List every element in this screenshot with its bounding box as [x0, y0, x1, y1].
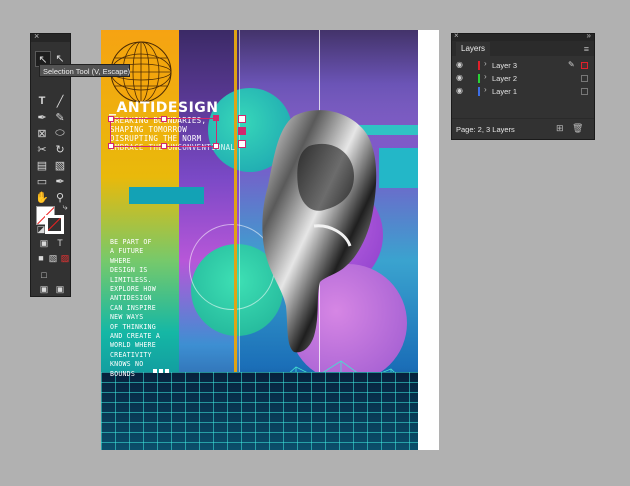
artwork[interactable]: _ANTIDESIGN BREAKING BOUNDARIES, SHAPING…	[101, 30, 418, 450]
layer-color-indicator	[478, 87, 480, 96]
body-line: DESIGN IS	[110, 266, 148, 275]
visibility-eye-icon[interactable]: ◉	[456, 73, 463, 82]
body-line: OF THINKING	[110, 322, 156, 331]
view-mode-icon[interactable]: ▣	[37, 282, 51, 296]
selection-center-marker[interactable]	[213, 115, 219, 121]
layer-selection-square[interactable]	[581, 88, 588, 95]
formatting-text-icon[interactable]: T	[53, 236, 67, 250]
tooltip: Selection Tool (V, Escape)	[39, 64, 130, 77]
expand-chevron-icon[interactable]: ›	[484, 59, 487, 68]
tab-layers[interactable]: Layers	[456, 42, 491, 56]
page-layer-status: Page: 2, 3 Layers	[456, 125, 515, 134]
layer-color-indicator	[478, 74, 480, 83]
text-frame-in-port[interactable]	[238, 115, 246, 123]
line-tool-icon[interactable]: ╱	[53, 94, 67, 108]
close-icon[interactable]: ×	[454, 31, 459, 40]
apply-none-icon[interactable]: ▨	[58, 251, 72, 265]
layer-name[interactable]: Layer 2	[492, 74, 517, 83]
decorative-dots	[153, 360, 171, 378]
hand-tool-icon[interactable]: ✋	[35, 190, 49, 204]
layer-name[interactable]: Layer 1	[492, 87, 517, 96]
expand-chevron-icon[interactable]: ›	[484, 72, 487, 81]
gradient-feather-tool-icon[interactable]: ▧	[53, 158, 67, 172]
rotate-tool-icon[interactable]: ↻	[53, 142, 67, 156]
trash-icon[interactable]: 🗑	[572, 123, 583, 134]
close-icon[interactable]: ×	[34, 31, 39, 41]
layer-row[interactable]: ◉ › Layer 3 ✎	[452, 59, 594, 72]
default-fill-stroke-icon[interactable]: ◪	[34, 222, 48, 236]
layer-color-indicator	[478, 61, 480, 70]
eyedropper-tool-icon[interactable]: ✒	[53, 174, 67, 188]
layer-row[interactable]: ◉ › Layer 1	[452, 85, 594, 98]
selection-handle[interactable]	[213, 143, 219, 149]
visibility-eye-icon[interactable]: ◉	[456, 86, 463, 95]
layers-panel-footer: Page: 2, 3 Layers ⊞ 🗑	[452, 118, 594, 139]
rectangle-frame-tool-icon[interactable]: ⊠	[35, 126, 49, 140]
visibility-eye-icon[interactable]: ◉	[456, 60, 463, 69]
pen-tool-icon[interactable]: ✒	[35, 110, 49, 124]
pencil-tool-icon[interactable]: ✎	[53, 110, 67, 124]
layer-selection-square[interactable]	[581, 75, 588, 82]
artwork-body-text[interactable]: BE PART OF A FUTURE WHERE DESIGN IS LIMI…	[110, 238, 180, 379]
new-layer-icon[interactable]: ⊞	[556, 123, 564, 134]
tools-panel-titlebar[interactable]: ×	[31, 31, 70, 42]
scissors-tool-icon[interactable]: ✂	[35, 142, 49, 156]
note-tool-icon[interactable]: ▭	[35, 174, 49, 188]
body-line: AND CREATE A	[110, 332, 161, 341]
swap-fill-stroke-icon[interactable]: ⤷	[58, 200, 72, 214]
body-line: BE PART OF	[110, 238, 152, 246]
selection-handle[interactable]	[161, 143, 167, 149]
preview-mode-icon[interactable]: ▣	[53, 282, 67, 296]
body-line: WORLD WHERE	[110, 341, 156, 350]
layers-panel: × » Layers ≡ ◉ › Layer 3 ✎ ◉ › Layer 2 ◉…	[451, 31, 595, 140]
chrome-head-image	[262, 110, 377, 353]
collapse-icon[interactable]: »	[587, 31, 591, 40]
selection-handle[interactable]	[161, 116, 167, 122]
body-line: CREATIVITY	[110, 350, 152, 359]
formatting-container-icon[interactable]: ▣	[37, 236, 51, 250]
perspective-grid	[101, 372, 418, 450]
pen-icon: ✎	[568, 60, 575, 69]
panel-menu-icon[interactable]: ≡	[584, 44, 589, 54]
layers-tab-row: Layers ≡	[452, 41, 594, 56]
artwork-title[interactable]: _ANTIDESIGN	[109, 100, 219, 116]
body-line: NEW WAYS	[110, 313, 144, 322]
layer-name[interactable]: Layer 3	[492, 61, 517, 70]
layer-row[interactable]: ◉ › Layer 2	[452, 72, 594, 85]
body-line: EXPLORE HOW	[110, 285, 156, 294]
direct-selection-tool-icon[interactable]: ↖	[53, 51, 67, 65]
body-line: CAN INSPIRE	[110, 303, 156, 312]
gradient-swatch-tool-icon[interactable]: ▤	[35, 158, 49, 172]
teal-bar	[129, 187, 204, 204]
selection-handle[interactable]	[108, 116, 114, 122]
body-line: A FUTURE	[110, 247, 144, 256]
body-line: ANTIDESIGN	[110, 294, 152, 303]
layers-panel-titlebar[interactable]: × »	[452, 31, 594, 41]
teal-block-right	[379, 148, 418, 188]
ellipse-tool-icon[interactable]: ⬭	[53, 126, 67, 140]
text-frame-port[interactable]	[238, 140, 246, 148]
selection-handle[interactable]	[108, 143, 114, 149]
layer-selection-square[interactable]	[581, 62, 588, 69]
screen-mode-icon[interactable]: □	[37, 268, 51, 282]
expand-chevron-icon[interactable]: ›	[484, 85, 487, 94]
text-frame-out-port[interactable]	[238, 127, 246, 135]
type-tool-icon[interactable]: T	[35, 94, 49, 108]
body-line: LIMITLESS.	[110, 275, 152, 284]
body-line: WHERE	[110, 256, 131, 265]
